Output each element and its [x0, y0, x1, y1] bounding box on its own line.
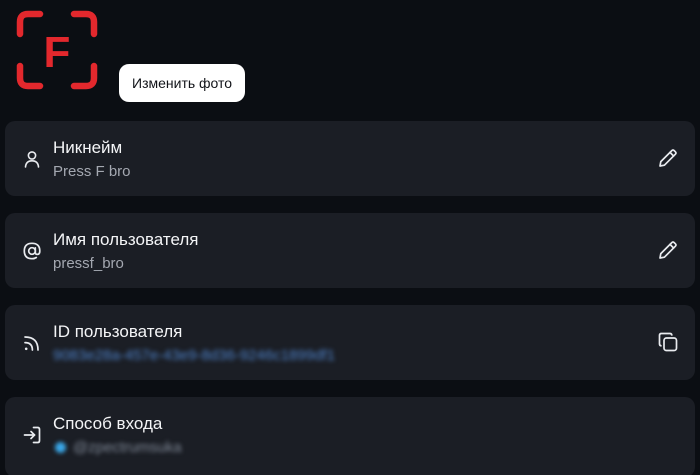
user-icon: [22, 149, 42, 169]
nickname-label: Никнейм: [53, 138, 123, 157]
telegram-icon: [55, 441, 66, 453]
user-id-label: ID пользователя: [53, 322, 183, 341]
avatar[interactable]: F: [16, 10, 98, 90]
copy-icon[interactable]: [657, 331, 679, 353]
username-card: Имя пользователя pressf_bro: [5, 213, 695, 288]
login-icon: [22, 425, 42, 445]
avatar-logo-icon: F: [16, 10, 98, 90]
user-id-card: ID пользователя 9083e28a-457e-43e9-8d36-…: [5, 305, 695, 380]
edit-nickname-icon[interactable]: [657, 147, 679, 169]
login-method-value: @zpectrumsuka: [55, 437, 182, 457]
avatar-letter: F: [44, 28, 71, 77]
login-method-label: Способ входа: [53, 414, 163, 433]
username-value: pressf_bro: [53, 255, 124, 272]
login-account: @zpectrumsuka: [73, 438, 182, 456]
user-id-value: 9083e28a-457e-43e9-8d36-9246c1899df1: [53, 347, 335, 364]
change-photo-button[interactable]: Изменить фото: [119, 64, 246, 102]
nickname-card: Никнейм Press F bro: [5, 121, 695, 196]
nickname-value: Press F bro: [53, 163, 131, 180]
at-sign-icon: [22, 241, 42, 261]
profile-page: F Изменить фото Никнейм Press F bro Имя …: [0, 0, 700, 475]
username-label: Имя пользователя: [53, 230, 199, 249]
rss-icon: [22, 333, 42, 353]
edit-username-icon[interactable]: [657, 239, 679, 261]
login-method-card: Способ входа @zpectrumsuka: [5, 397, 695, 475]
